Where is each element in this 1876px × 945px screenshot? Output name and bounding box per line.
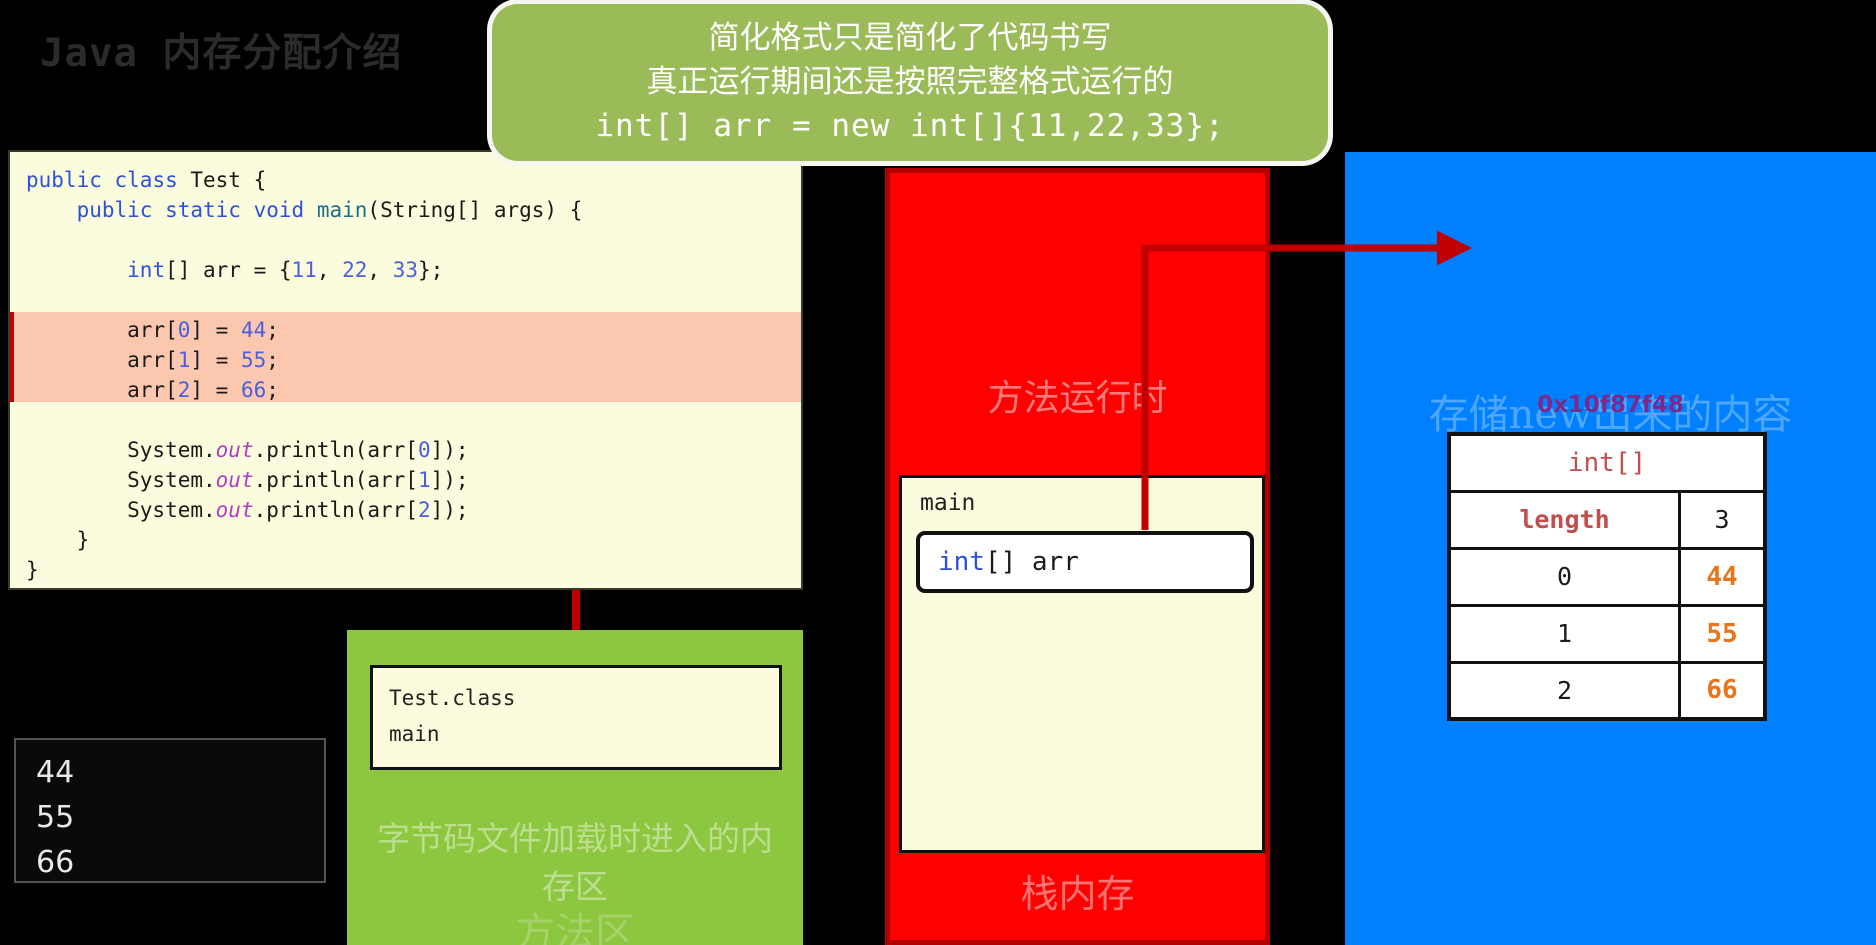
method-area-panel: Test.class main 字节码文件加载时进入的内存区 方法区 [347,630,803,945]
console-output: 44 55 66 [14,738,326,883]
stack-frame-label: main [920,490,976,516]
stack-frame: main int[] arr [899,475,1265,853]
method-area-method-name: main [389,722,440,746]
table-row-header: int[] [1447,432,1767,493]
method-area-class-box: Test.class main [370,665,782,770]
console-line: 66 [36,845,75,880]
method-area-watermark-overlay: 方法区 [515,910,635,945]
table-row: 0 44 [1447,546,1767,607]
stack-watermark: 栈内存 [1020,872,1135,916]
console-line: 55 [36,800,75,835]
callout-box: 简化格式只是简化了代码书写 真正运行期间还是按照完整格式运行的 int[] ar… [492,4,1328,161]
console-line: 44 [36,755,75,790]
table-row: 2 66 [1447,660,1767,721]
code-text: public class Test { public static void m… [26,168,583,582]
slide-canvas: Java 内存分配介绍 public class Test { public s… [0,0,1876,945]
array-length-label: length [1447,489,1681,550]
array-value-2: 66 [1677,660,1767,721]
stack-panel: 方法运行时 main int[] arr 栈内存 [885,168,1270,945]
code-panel: public class Test { public static void m… [8,150,803,590]
array-index-1: 1 [1447,603,1681,664]
array-index-0: 0 [1447,546,1681,607]
table-row: length 3 [1447,489,1767,550]
table-row: 1 55 [1447,603,1767,664]
array-object-table: int[] length 3 0 44 1 55 2 66 [1447,432,1767,721]
method-area-watermark: 字节码文件加载时进入的内存区 [347,815,803,911]
stack-title-watermark: 方法运行时 [987,378,1168,419]
array-type-header: int[] [1447,432,1767,493]
method-area-class-name: Test.class [389,686,516,710]
method-area-watermark-text: 字节码文件加载时进入的内存区 [377,819,773,906]
stack-variable-box: int[] arr [916,531,1254,593]
heap-address-label: 0x10f87f48 [1537,392,1684,418]
heap-panel: 存储new出来的内容 并产生地址 0x10f87f48 int[] length… [1345,152,1876,945]
callout-line-2: 真正运行期间还是按照完整格式运行的 [646,64,1174,100]
callout-line-1: 简化格式只是简化了代码书写 [708,20,1112,56]
array-length-value: 3 [1677,489,1767,550]
array-value-0: 44 [1677,546,1767,607]
page-title: Java 内存分配介绍 [40,31,403,76]
callout-line-3: int[] arr = new int[]{11,22,33}; [595,108,1225,144]
array-value-1: 55 [1677,603,1767,664]
stack-variable-text: int[] arr [938,547,1079,577]
array-index-2: 2 [1447,660,1681,721]
